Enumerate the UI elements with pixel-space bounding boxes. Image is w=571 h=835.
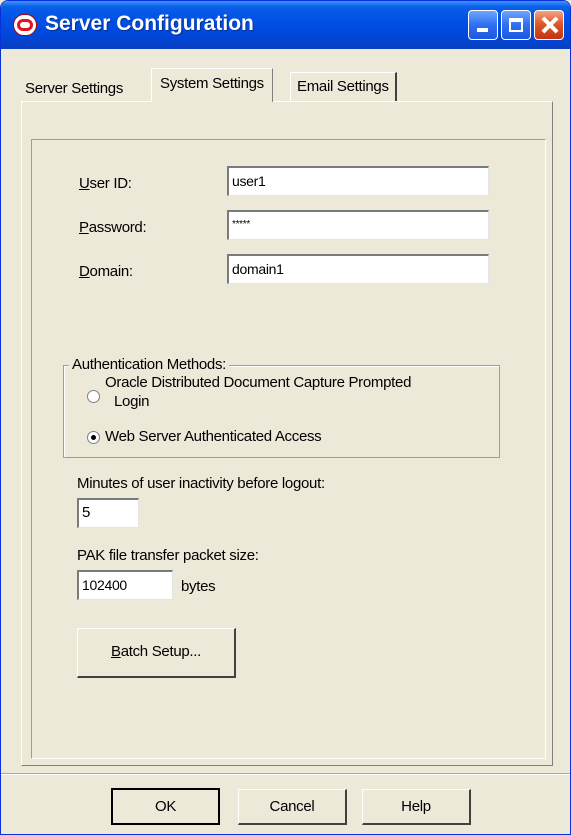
password-field[interactable]: *****: [227, 210, 489, 240]
web-server-access-label[interactable]: Web Server Authenticated Access: [105, 428, 322, 445]
cancel-button[interactable]: Cancel: [238, 789, 347, 825]
prompted-login-label-line2[interactable]: Login: [114, 393, 150, 410]
tab-email-settings[interactable]: Email Settings: [290, 72, 397, 102]
server-configuration-window: Server Configuration Server Settings Sys…: [0, 0, 571, 835]
pak-size-field[interactable]: 102400: [77, 570, 173, 600]
authentication-methods-legend: Authentication Methods:: [69, 356, 230, 373]
inactivity-label: Minutes of user inactivity before logout…: [77, 475, 325, 492]
window-title: Server Configuration: [45, 12, 254, 35]
maximize-button[interactable]: [501, 10, 531, 40]
user-id-label: User ID:: [79, 175, 132, 192]
pak-size-unit: bytes: [181, 578, 216, 595]
radio-web-server-access[interactable]: [87, 431, 100, 444]
help-button[interactable]: Help: [362, 789, 471, 825]
pak-size-label: PAK file transfer packet size:: [77, 547, 259, 564]
oracle-icon: [13, 14, 37, 36]
prompted-login-label[interactable]: Oracle Distributed Document Capture Prom…: [105, 374, 411, 391]
batch-setup-button[interactable]: Batch Setup...: [77, 628, 236, 678]
user-id-field[interactable]: user1: [227, 166, 489, 196]
ok-button[interactable]: OK: [110, 787, 221, 826]
password-label: Password:: [79, 219, 147, 236]
domain-field[interactable]: domain1: [227, 254, 489, 284]
domain-label: Domain:: [79, 263, 133, 280]
tab-system-settings[interactable]: System Settings: [151, 68, 273, 102]
close-button[interactable]: [534, 10, 564, 40]
inactivity-minutes-field[interactable]: 5: [77, 498, 139, 528]
radio-prompted-login[interactable]: [87, 390, 100, 403]
footer-separator: [1, 773, 570, 775]
minimize-button[interactable]: [468, 10, 498, 40]
title-bar[interactable]: Server Configuration: [1, 1, 570, 49]
